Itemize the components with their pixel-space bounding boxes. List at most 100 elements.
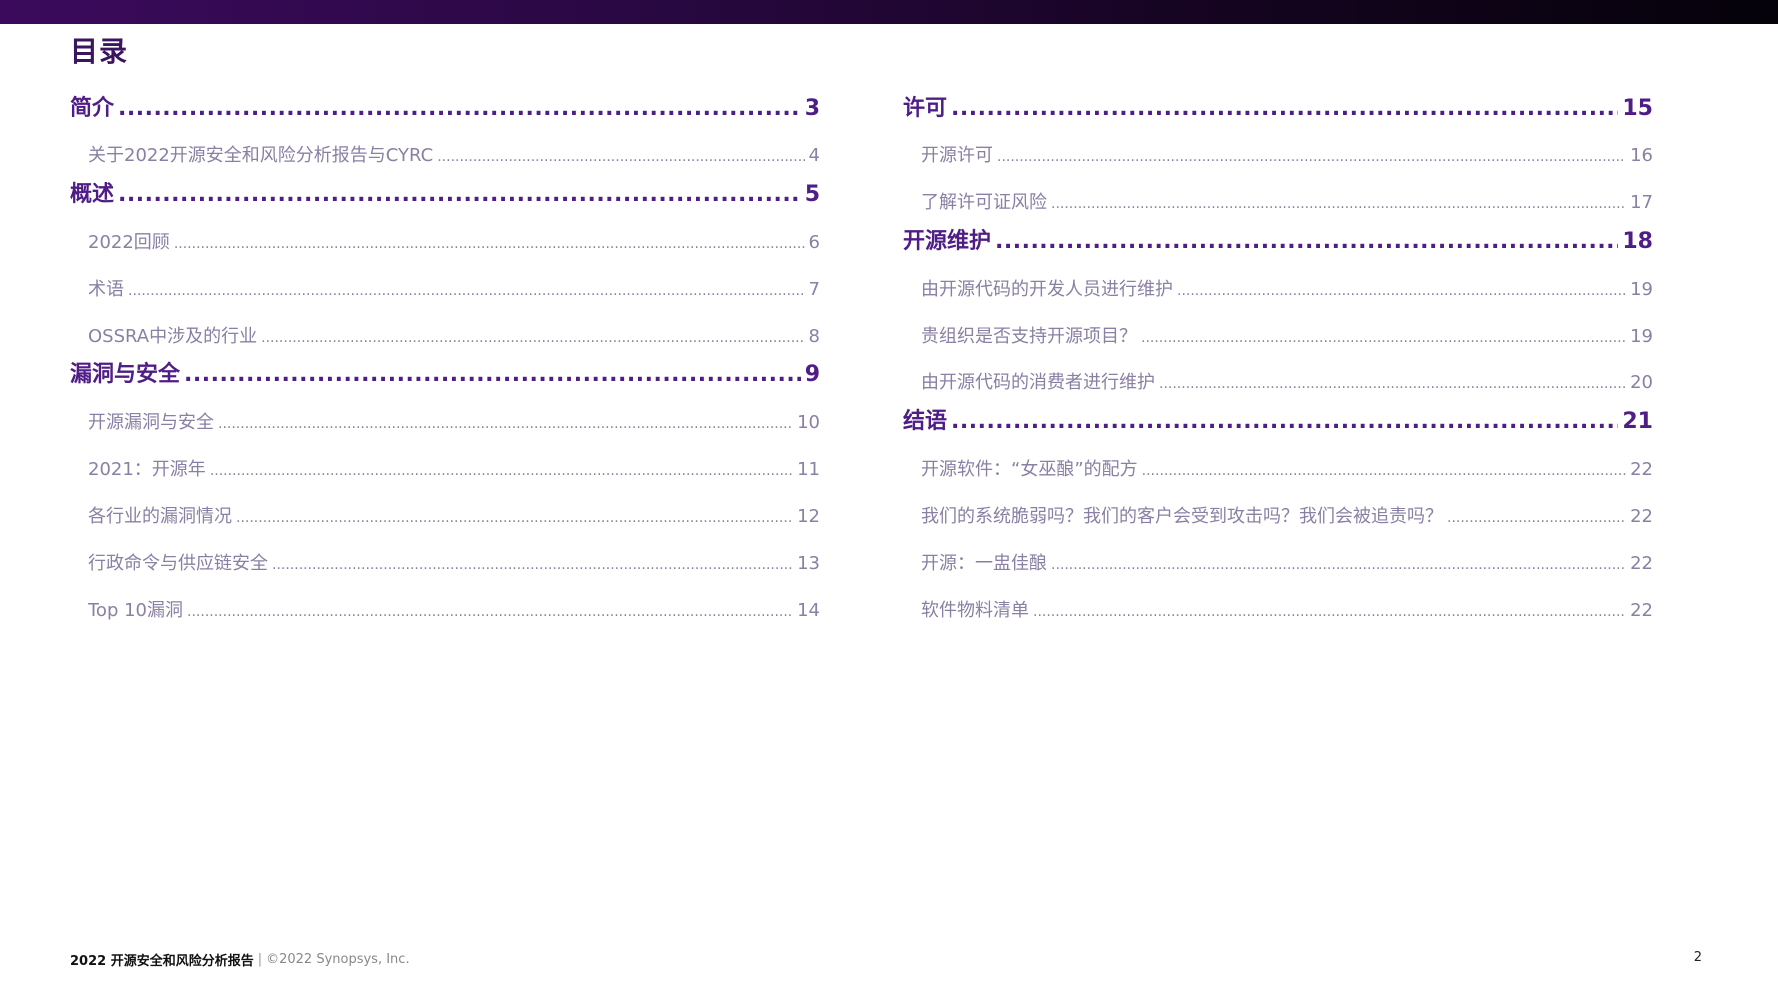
toc-label: 2022回顾: [88, 232, 170, 253]
dot-leader: [1142, 463, 1626, 479]
toc-entry[interactable]: 由开源代码的开发人员进行维护 19: [903, 275, 1653, 301]
toc-label: 关于2022开源安全和风险分析报告与CYRC: [88, 145, 434, 166]
dot-leader: [1447, 510, 1626, 526]
toc-page-number: 16: [1630, 145, 1653, 166]
toc-label: 由开源代码的开发人员进行维护: [921, 279, 1173, 300]
toc-label: 软件物料清单: [921, 600, 1029, 621]
dot-leader: [1051, 196, 1626, 212]
toc-entry[interactable]: 我们的系统脆弱吗？我们的客户会受到攻击吗？我们会被追责吗？ 22: [903, 502, 1653, 528]
toc-page-number: 22: [1630, 600, 1653, 621]
toc-page-number: 17: [1630, 192, 1653, 213]
toc-page-number: 22: [1630, 459, 1653, 480]
toc-page-number: 7: [808, 279, 820, 300]
dot-leader: [187, 604, 793, 620]
toc-label: 开源软件：“女巫酿”的配方: [921, 459, 1138, 480]
dot-leader: [261, 330, 804, 346]
toc-entry[interactable]: 贵组织是否支持开源项目？ 19: [903, 322, 1653, 348]
footer-copyright: ©2022 Synopsys, Inc.: [266, 952, 410, 967]
dot-leader: [995, 229, 1618, 254]
toc-label: 术语: [88, 279, 124, 300]
dot-leader: [236, 510, 793, 526]
dot-leader: [210, 463, 793, 479]
toc-section-overview[interactable]: 概述 5: [70, 176, 820, 208]
toc-label: 简介: [70, 96, 115, 121]
toc-entry[interactable]: OSSRA中涉及的行业 8: [70, 322, 820, 348]
dot-leader: [437, 149, 804, 165]
toc-page-number: 6: [808, 232, 820, 253]
toc-section-licensing[interactable]: 许可 15: [903, 90, 1653, 122]
toc-page-number: 20: [1630, 372, 1653, 393]
toc-page-number: 22: [1630, 553, 1653, 574]
toc-entry[interactable]: 开源软件：“女巫酿”的配方 22: [903, 455, 1653, 481]
dot-leader: [997, 149, 1626, 165]
dot-leader: [1051, 557, 1626, 573]
toc-page-number: 9: [804, 362, 820, 387]
toc-label: OSSRA中涉及的行业: [88, 326, 258, 347]
page-number: 2: [1693, 950, 1702, 965]
toc-page-number: 12: [797, 506, 820, 527]
toc-page-number: 3: [804, 96, 820, 121]
toc-page-number: 4: [808, 145, 820, 166]
toc-label: 了解许可证风险: [921, 192, 1047, 213]
top-banner: [0, 0, 1778, 24]
toc-page-number: 22: [1630, 506, 1653, 527]
toc-label: 贵组织是否支持开源项目？: [921, 326, 1137, 347]
toc-label: 结语: [903, 409, 948, 434]
toc-entry[interactable]: 开源漏洞与安全 10: [70, 408, 820, 434]
toc-label: 开源许可: [921, 145, 993, 166]
toc-page-number: 15: [1622, 96, 1653, 121]
toc-section-maintenance[interactable]: 开源维护 18: [903, 223, 1653, 255]
dot-leader: [218, 416, 793, 432]
toc-section-vulnerabilities[interactable]: 漏洞与安全 9: [70, 356, 820, 388]
toc-entry[interactable]: 由开源代码的消费者进行维护 20: [903, 368, 1653, 394]
dot-leader: [174, 236, 805, 252]
toc-section-conclusion[interactable]: 结语 21: [903, 403, 1653, 435]
footer: 2022 开源安全和风险分析报告 | ©2022 Synopsys, Inc.: [70, 950, 410, 969]
dot-leader: [1177, 283, 1626, 299]
toc-page-number: 10: [797, 412, 820, 433]
toc-entry[interactable]: 术语 7: [70, 275, 820, 301]
toc-entry[interactable]: 了解许可证风险 17: [903, 188, 1653, 214]
toc-label: 行政命令与供应链安全: [88, 553, 268, 574]
toc-entry[interactable]: Top 10漏洞 14: [70, 596, 820, 622]
dot-leader: [1033, 604, 1626, 620]
toc-entry[interactable]: 2021：开源年 11: [70, 455, 820, 481]
dot-leader: [118, 182, 801, 207]
toc-page-number: 19: [1630, 326, 1653, 347]
toc-page-number: 19: [1630, 279, 1653, 300]
toc-label: Top 10漏洞: [88, 600, 184, 621]
footer-separator: |: [257, 952, 263, 967]
toc-label: 各行业的漏洞情况: [88, 506, 232, 527]
dot-leader: [118, 96, 801, 121]
toc-page-number: 14: [797, 600, 820, 621]
toc-entry[interactable]: 行政命令与供应链安全 13: [70, 549, 820, 575]
toc-page-number: 18: [1622, 229, 1653, 254]
toc-label: 开源漏洞与安全: [88, 412, 214, 433]
footer-report-title: 2022 开源安全和风险分析报告: [70, 954, 254, 969]
toc-label: 开源维护: [903, 229, 992, 254]
toc-page-number: 5: [804, 182, 820, 207]
toc-label: 漏洞与安全: [70, 362, 181, 387]
toc-label: 我们的系统脆弱吗？我们的客户会受到攻击吗？我们会被追责吗？: [921, 506, 1443, 527]
dot-leader: [128, 283, 805, 299]
toc-section-intro[interactable]: 简介 3: [70, 90, 820, 122]
page-title: 目录: [70, 35, 129, 68]
toc-label: 2021：开源年: [88, 459, 206, 480]
toc-entry[interactable]: 软件物料清单 22: [903, 596, 1653, 622]
toc-page-number: 8: [808, 326, 820, 347]
dot-leader: [951, 96, 1618, 121]
dot-leader: [1141, 330, 1626, 346]
toc-entry[interactable]: 各行业的漏洞情况 12: [70, 502, 820, 528]
toc-entry[interactable]: 2022回顾 6: [70, 228, 820, 254]
toc-label: 概述: [70, 182, 115, 207]
toc-page-number: 11: [797, 459, 820, 480]
toc-label: 由开源代码的消费者进行维护: [921, 372, 1155, 393]
toc-entry[interactable]: 关于2022开源安全和风险分析报告与CYRC 4: [70, 141, 820, 167]
toc-page-number: 13: [797, 553, 820, 574]
toc-label: 开源：一盅佳酿: [921, 553, 1047, 574]
dot-leader: [184, 362, 801, 387]
toc-entry[interactable]: 开源：一盅佳酿 22: [903, 549, 1653, 575]
dot-leader: [1159, 376, 1626, 392]
toc-entry[interactable]: 开源许可 16: [903, 141, 1653, 167]
dot-leader: [951, 409, 1618, 434]
